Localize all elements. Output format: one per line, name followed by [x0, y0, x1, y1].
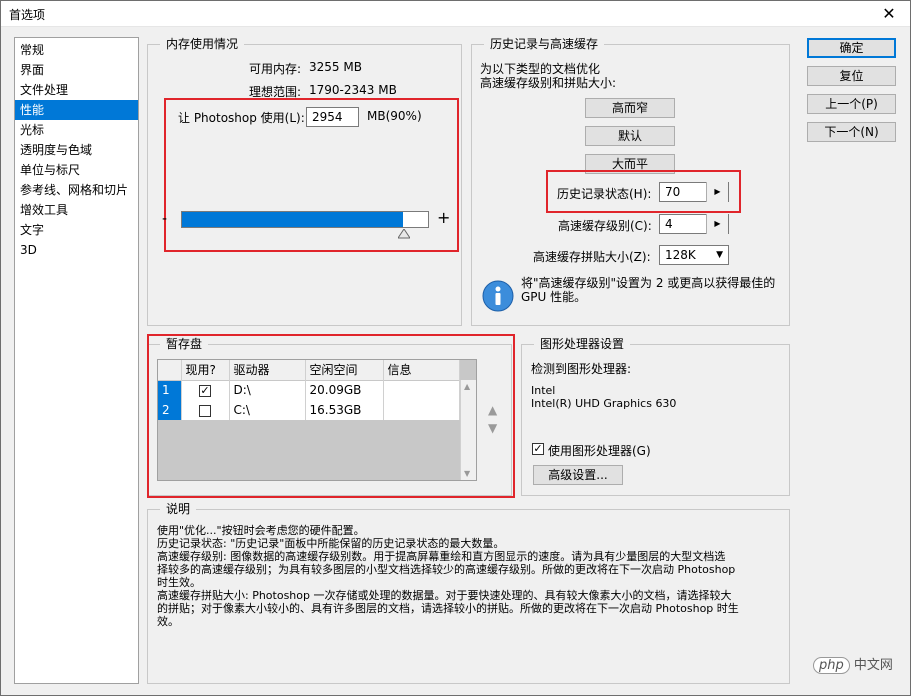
col-free-space[interactable]: 空闲空间: [305, 360, 384, 380]
cache-levels-arrow-icon[interactable]: ▶: [706, 214, 728, 234]
memory-usage-title: 内存使用情况: [160, 37, 245, 51]
history-states-input[interactable]: 70 ▶: [659, 182, 729, 202]
sidebar-item-cursors[interactable]: 光标: [15, 120, 138, 140]
info-icon: [482, 280, 514, 312]
cache-levels-label: 高速缓存级别(C):: [558, 219, 652, 233]
free-space-cell: 20.09GB: [305, 380, 384, 400]
description-line: 择较多的高速缓存级别；为具有较多图层的小型文档选择较少的高速缓存级别。所做的更改…: [157, 563, 736, 576]
sidebar-categories: 常规 界面 文件处理 性能 光标 透明度与色域 单位与标尺 参考线、网格和切片 …: [14, 37, 139, 684]
drive-cell: D:\: [229, 380, 306, 400]
sidebar-item-guides[interactable]: 参考线、网格和切片: [15, 180, 138, 200]
history-states-arrow-icon[interactable]: ▶: [706, 182, 728, 202]
memory-use-input[interactable]: 2954: [306, 107, 359, 127]
tall-thin-button[interactable]: 高而窄: [585, 98, 675, 118]
sidebar-item-type[interactable]: 文字: [15, 220, 138, 240]
sidebar-item-interface[interactable]: 界面: [15, 60, 138, 80]
window-title: 首选项: [9, 8, 46, 22]
watermark-logo: php: [813, 657, 850, 674]
row-number: 2: [158, 400, 182, 420]
use-gpu-label: 使用图形处理器(G): [548, 444, 651, 458]
ok-button[interactable]: 确定: [807, 38, 896, 58]
description-line: 的拼贴；对于像素大小较小的、具有许多图层的文档，请选择较小的拼贴。所做的更改将在…: [157, 602, 739, 615]
tile-size-label: 高速缓存拼贴大小(Z):: [533, 250, 651, 264]
photoshop-use-label: 让 Photoshop 使用(L):: [178, 111, 305, 125]
description-line: 效。: [157, 615, 179, 628]
watermark: php 中文网: [813, 654, 893, 674]
plus-icon[interactable]: +: [437, 208, 450, 227]
sidebar-item-transparency[interactable]: 透明度与色域: [15, 140, 138, 160]
use-gpu-checkbox[interactable]: ✓: [532, 443, 544, 455]
free-space-cell: 16.53GB: [305, 400, 384, 420]
available-memory-label: 可用内存:: [249, 62, 302, 76]
cache-levels-input[interactable]: 4 ▶: [659, 214, 729, 234]
history-states-value: 70: [665, 185, 681, 199]
description-title: 说明: [160, 502, 197, 516]
title-bar: 首选项 ✕: [1, 1, 910, 27]
row-number: 1: [158, 380, 182, 400]
gpu-vendor: Intel: [531, 384, 556, 397]
available-memory-value: 3255 MB: [309, 60, 362, 74]
sidebar-item-file-handling[interactable]: 文件处理: [15, 80, 138, 100]
gpu-settings-title: 图形处理器设置: [534, 337, 631, 351]
description-line: 时生效。: [157, 576, 201, 589]
description-text: 使用"优化..."按钮时会考虑您的硬件配置。 历史记录状态: "历史记录"面板中…: [157, 524, 785, 628]
gpu-model: Intel(R) UHD Graphics 630: [531, 397, 677, 410]
scratch-disk-table: 现用? 驱动器 空闲空间 信息 1 ✓ D:\ 20.09GB 2 C:\ 16…: [157, 359, 477, 481]
next-button[interactable]: 下一个(N): [807, 122, 896, 142]
minus-icon[interactable]: -: [162, 211, 167, 227]
sidebar-item-units[interactable]: 单位与标尺: [15, 160, 138, 180]
gpu-detected-label: 检测到图形处理器:: [531, 362, 632, 376]
table-header: 现用? 驱动器 空闲空间 信息: [158, 360, 460, 380]
scroll-up-icon[interactable]: ▲: [464, 382, 470, 391]
table-scrollbar[interactable]: ▲ ▼: [460, 380, 476, 480]
tile-size-value: 128K: [665, 248, 696, 262]
cache-levels-value: 4: [665, 217, 673, 231]
advanced-settings-button[interactable]: 高级设置...: [533, 465, 623, 485]
description-line: 高速缓存拼贴大小: Photoshop 一次存储或处理的数据量。对于要快速处理的…: [157, 589, 732, 602]
default-button[interactable]: 默认: [585, 126, 675, 146]
move-down-icon[interactable]: ▼: [488, 421, 497, 435]
memory-slider-track[interactable]: [181, 211, 429, 228]
preferences-dialog: 首选项 ✕ 常规 界面 文件处理 性能 光标 透明度与色域 单位与标尺 参考线、…: [0, 0, 911, 696]
optimize-desc-line2: 高速缓存级别和拼贴大小:: [480, 76, 617, 90]
previous-button[interactable]: 上一个(P): [807, 94, 896, 114]
history-cache-title: 历史记录与高速缓存: [484, 37, 605, 51]
drive-cell: C:\: [229, 400, 306, 420]
reset-button[interactable]: 复位: [807, 66, 896, 86]
tile-size-select[interactable]: 128K ▼: [659, 245, 729, 265]
sidebar-item-plugins[interactable]: 增效工具: [15, 200, 138, 220]
active-checkbox[interactable]: [199, 404, 211, 417]
memory-unit-label: MB(90%): [367, 109, 422, 123]
col-active[interactable]: 现用?: [181, 360, 230, 380]
chevron-down-icon: ▼: [716, 250, 723, 260]
move-up-icon[interactable]: ▲: [488, 403, 497, 417]
sidebar-item-3d[interactable]: 3D: [15, 240, 138, 260]
col-info[interactable]: 信息: [383, 360, 460, 380]
description-line: 历史记录状态: "历史记录"面板中所能保留的历史记录状态的最大数量。: [157, 537, 505, 550]
memory-slider-fill: [182, 212, 404, 227]
table-row[interactable]: 2 C:\ 16.53GB: [158, 400, 460, 420]
close-icon[interactable]: ✕: [874, 4, 904, 24]
ideal-range-value: 1790-2343 MB: [309, 83, 397, 97]
watermark-text: 中文网: [853, 658, 893, 673]
description-line: 使用"优化..."按钮时会考虑您的硬件配置。: [157, 524, 365, 537]
active-checkbox[interactable]: ✓: [199, 384, 211, 397]
sidebar-item-general[interactable]: 常规: [15, 40, 138, 60]
slider-thumb-icon[interactable]: [398, 229, 411, 239]
gpu-info-line2: GPU 性能。: [521, 290, 587, 304]
history-states-label: 历史记录状态(H):: [557, 187, 652, 201]
scroll-down-icon[interactable]: ▼: [464, 469, 470, 478]
table-row[interactable]: 1 ✓ D:\ 20.09GB: [158, 380, 460, 400]
sidebar-item-performance[interactable]: 性能: [15, 100, 138, 120]
info-cell: [383, 380, 460, 400]
description-line: 高速缓存级别: 图像数据的高速缓存级别数。用于提高屏幕重绘和直方图显示的速度。请…: [157, 550, 726, 563]
description-group: 说明 使用"优化..."按钮时会考虑您的硬件配置。 历史记录状态: "历史记录"…: [147, 502, 790, 684]
col-drive[interactable]: 驱动器: [229, 360, 306, 380]
info-cell: [383, 400, 460, 420]
